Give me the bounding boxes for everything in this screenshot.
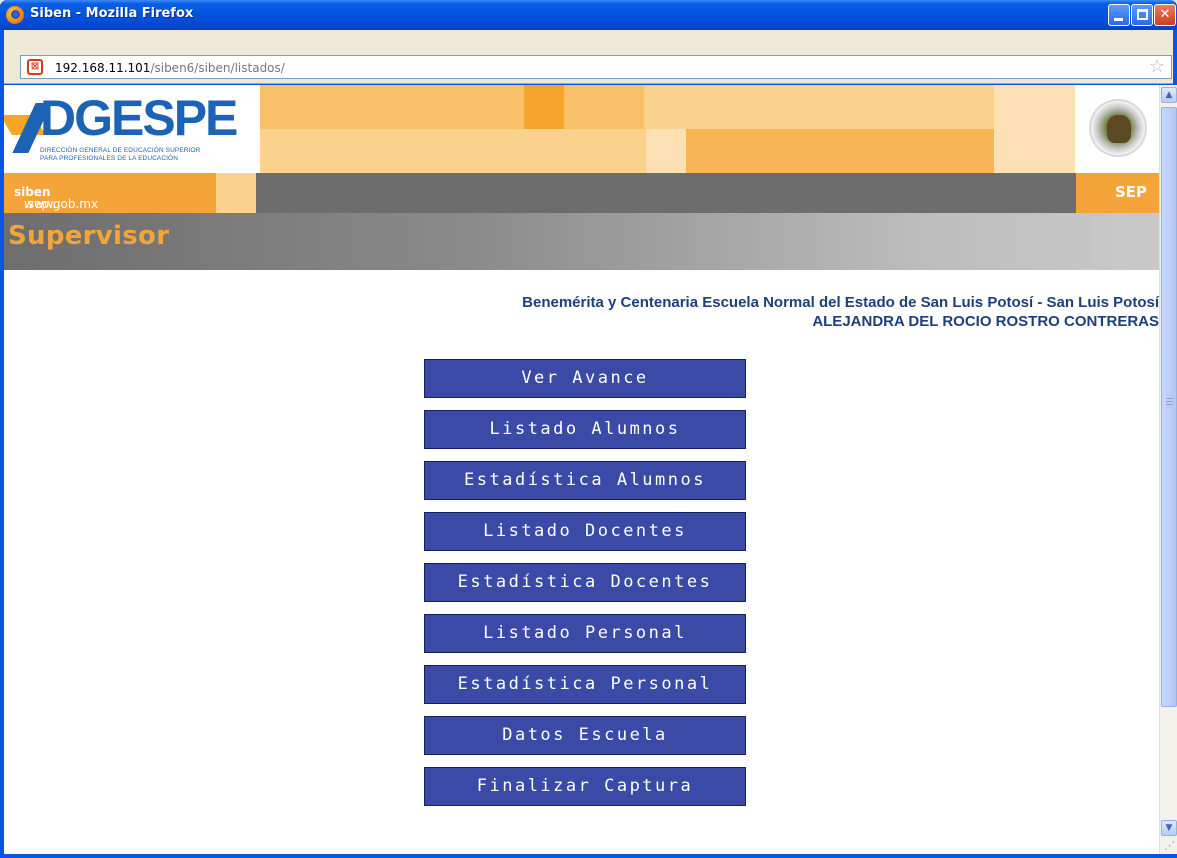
banner-block <box>524 85 564 129</box>
window-bottom-border <box>0 854 1177 858</box>
listado-personal-button[interactable]: Listado Personal <box>424 614 746 653</box>
minimize-icon <box>1114 18 1123 21</box>
bookmark-star-icon[interactable]: ☆ <box>1149 57 1165 77</box>
site-url-label: www. siben .sep.gob.mx <box>4 173 216 213</box>
close-button[interactable]: ✕ <box>1154 4 1176 26</box>
banner-block <box>260 85 524 129</box>
title-bar[interactable]: Siben - Mozilla Firefox ✕ <box>0 0 1177 30</box>
strip-accent <box>216 173 256 213</box>
ver-avance-button[interactable]: Ver Avance <box>424 359 746 398</box>
main-menu: Ver Avance Listado Alumnos Estadística A… <box>424 359 746 818</box>
vertical-scrollbar[interactable]: ▲ ▼ <box>1159 85 1177 854</box>
scroll-down-icon[interactable]: ▼ <box>1161 820 1177 836</box>
logo-subtitle-1: DIRECCIÓN GENERAL DE EDUCACIÓN SUPERIOR <box>40 147 201 154</box>
scrollbar-thumb[interactable] <box>1161 107 1177 707</box>
user-name: ALEJANDRA DEL ROCIO ROSTRO CONTRERAS <box>812 313 1159 330</box>
grip-icon <box>1166 398 1173 406</box>
logo-subtitle-2: PARA PROFESIONALES DE LA EDUCACIÓN <box>40 155 179 162</box>
dgespe-logo[interactable]: DGESPE DIRECCIÓN GENERAL DE EDUCACIÓN SU… <box>4 85 260 173</box>
url-bar[interactable]: ⊠ 192.168.11.101/siben6/siben/listados/ … <box>20 55 1172 79</box>
banner-block <box>260 129 646 173</box>
role-bar: Supervisor <box>4 213 1159 270</box>
banner-block <box>646 129 686 173</box>
estadistica-alumnos-button[interactable]: Estadística Alumnos <box>424 461 746 500</box>
mexico-seal-icon <box>1089 99 1147 157</box>
firefox-icon <box>6 6 24 24</box>
sep-label-block: SEP <box>1076 173 1159 213</box>
estadistica-docentes-button[interactable]: Estadística Docentes <box>424 563 746 602</box>
datos-escuela-button[interactable]: Datos Escuela <box>424 716 746 755</box>
estadistica-personal-button[interactable]: Estadística Personal <box>424 665 746 704</box>
browser-window: Siben - Mozilla Firefox ✕ ⊠ 192.168.11.1… <box>0 0 1177 858</box>
window-title: Siben - Mozilla Firefox <box>30 6 194 21</box>
site-strip: www. siben .sep.gob.mx SEP <box>4 173 1159 213</box>
sep-label: SEP <box>1114 183 1147 201</box>
listado-alumnos-button[interactable]: Listado Alumnos <box>424 410 746 449</box>
finalizar-captura-button[interactable]: Finalizar Captura <box>424 767 746 806</box>
minimize-button[interactable] <box>1108 4 1130 26</box>
resize-grip-icon[interactable]: ⋰ <box>1159 838 1175 854</box>
listado-docentes-button[interactable]: Listado Docentes <box>424 512 746 551</box>
school-info: Benemérita y Centenaria Escuela Normal d… <box>522 293 1159 331</box>
logo-word: DGESPE <box>40 90 238 146</box>
url-text: 192.168.11.101/siben6/siben/listados/ <box>55 61 285 75</box>
page-viewport: DGESPE DIRECCIÓN GENERAL DE EDUCACIÓN SU… <box>4 85 1159 854</box>
xampp-site-icon: ⊠ <box>27 59 43 75</box>
header-banner: DGESPE DIRECCIÓN GENERAL DE EDUCACIÓN SU… <box>4 85 1159 173</box>
url-path: /siben6/siben/listados/ <box>150 61 285 75</box>
scroll-up-icon[interactable]: ▲ <box>1161 87 1177 103</box>
banner-block <box>994 85 1075 173</box>
site-suffix: .sep.gob.mx <box>24 197 99 211</box>
url-host: 192.168.11.101 <box>55 61 151 75</box>
banner-block <box>644 85 994 129</box>
role-title: Supervisor <box>8 221 170 251</box>
maximize-button[interactable] <box>1131 4 1153 26</box>
seal-block <box>1075 85 1159 173</box>
school-name: Benemérita y Centenaria Escuela Normal d… <box>522 294 1159 311</box>
banner-block <box>686 129 994 173</box>
banner-block <box>564 85 644 129</box>
maximize-icon <box>1137 9 1148 20</box>
close-icon: ✕ <box>1159 7 1171 22</box>
